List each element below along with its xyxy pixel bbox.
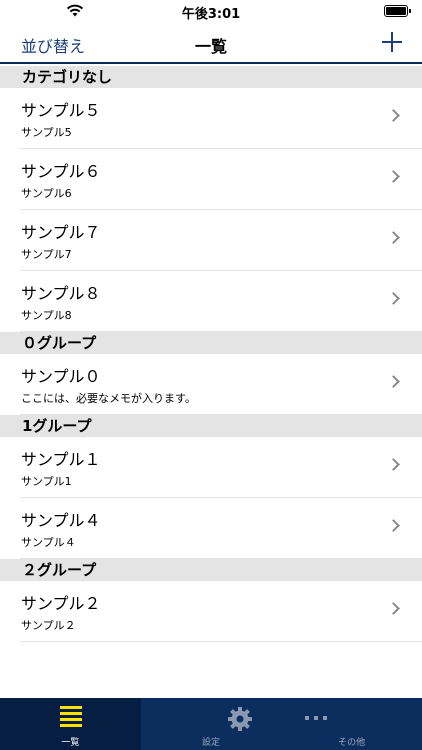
item-subtitle: ここには、必要なメモが入ります。 <box>21 392 196 405</box>
item-subtitle: サンプル5 <box>21 126 72 139</box>
battery-icon <box>384 5 411 17</box>
navigation-bar: 並び替え 一覧 <box>0 24 422 64</box>
list-item[interactable]: サンプル２ サンプル２ <box>20 581 422 642</box>
list-item[interactable]: サンプル５ サンプル5 <box>20 88 422 149</box>
list-item[interactable]: サンプル７ サンプル7 <box>20 210 422 271</box>
list-item[interactable]: サンプル１ サンプル1 <box>20 437 422 498</box>
list-item[interactable]: サンプル６ サンプル6 <box>20 149 422 210</box>
status-time: 午後3:01 <box>181 7 241 22</box>
item-subtitle: サンプル1 <box>21 475 72 488</box>
tab-label: その他 <box>338 738 366 748</box>
tab-settings[interactable]: 設定 <box>141 698 282 750</box>
item-title: サンプル２ <box>21 594 101 613</box>
item-subtitle: サンプル6 <box>21 187 72 200</box>
tab-list[interactable]: 一覧 <box>0 698 141 750</box>
section-header: 1グループ <box>0 415 422 437</box>
item-title: サンプル５ <box>21 101 101 120</box>
more-icon <box>305 716 328 720</box>
item-subtitle: サンプル8 <box>21 309 72 322</box>
chevron-right-icon <box>387 109 400 122</box>
chevron-right-icon <box>387 458 400 471</box>
chevron-right-icon <box>387 170 400 183</box>
tab-label: 一覧 <box>61 738 80 748</box>
item-subtitle: サンプル４ <box>21 536 76 549</box>
chevron-right-icon <box>387 375 400 388</box>
chevron-right-icon <box>387 519 400 532</box>
section-header: ２グループ <box>0 559 422 581</box>
item-title: サンプル６ <box>21 162 101 181</box>
page-title: 一覧 <box>194 37 227 56</box>
list-icon <box>60 706 82 728</box>
item-title: サンプル０ <box>21 367 101 386</box>
item-title: サンプル４ <box>21 511 101 530</box>
gear-icon <box>227 707 252 731</box>
chevron-right-icon <box>387 231 400 244</box>
list-item[interactable]: サンプル０ ここには、必要なメモが入ります。 <box>20 354 422 415</box>
item-title: サンプル８ <box>21 284 101 303</box>
item-subtitle: サンプル２ <box>21 619 76 632</box>
chevron-right-icon <box>387 602 400 615</box>
tab-bar: 一覧 設定 その他 <box>0 698 422 750</box>
item-title: サンプル７ <box>21 223 101 242</box>
section-header: カテゴリなし <box>0 66 422 88</box>
item-title: サンプル１ <box>21 450 101 469</box>
chevron-right-icon <box>387 292 400 305</box>
list-item[interactable]: サンプル４ サンプル４ <box>20 498 422 559</box>
tab-label: 設定 <box>202 738 221 748</box>
tab-other[interactable]: その他 <box>281 698 422 750</box>
section-header: ０グループ <box>0 332 422 354</box>
item-list: カテゴリなし サンプル５ サンプル5 サンプル６ サンプル6 サンプル７ サンプ… <box>0 66 422 642</box>
list-item[interactable]: サンプル８ サンプル8 <box>20 271 422 332</box>
status-bar: 午後3:01 <box>0 0 422 24</box>
item-subtitle: サンプル7 <box>21 248 72 261</box>
add-icon[interactable] <box>380 30 404 54</box>
